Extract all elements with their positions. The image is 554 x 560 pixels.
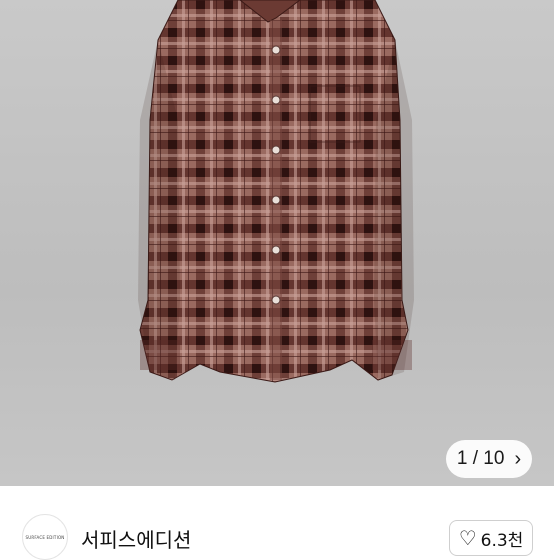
seller-avatar[interactable]: SURFACE EDITION: [22, 514, 68, 560]
seller-logo: SURFACE EDITION: [25, 534, 65, 540]
heart-outline-icon: ♡: [458, 526, 477, 550]
seller-row: SURFACE EDITION 서피스에디션 ♡ 6.3천: [0, 504, 554, 560]
product-image[interactable]: [0, 0, 554, 486]
seller-name[interactable]: 서피스에디션: [81, 524, 191, 553]
like-button[interactable]: ♡ 6.3천: [449, 520, 533, 556]
image-counter[interactable]: 1 / 10 ›: [446, 440, 532, 478]
like-count: 6.3천: [480, 530, 524, 551]
plaid-shirt-image: [138, 0, 414, 383]
chevron-right-icon[interactable]: ›: [514, 449, 521, 469]
image-counter-text: 1 / 10: [456, 448, 505, 469]
